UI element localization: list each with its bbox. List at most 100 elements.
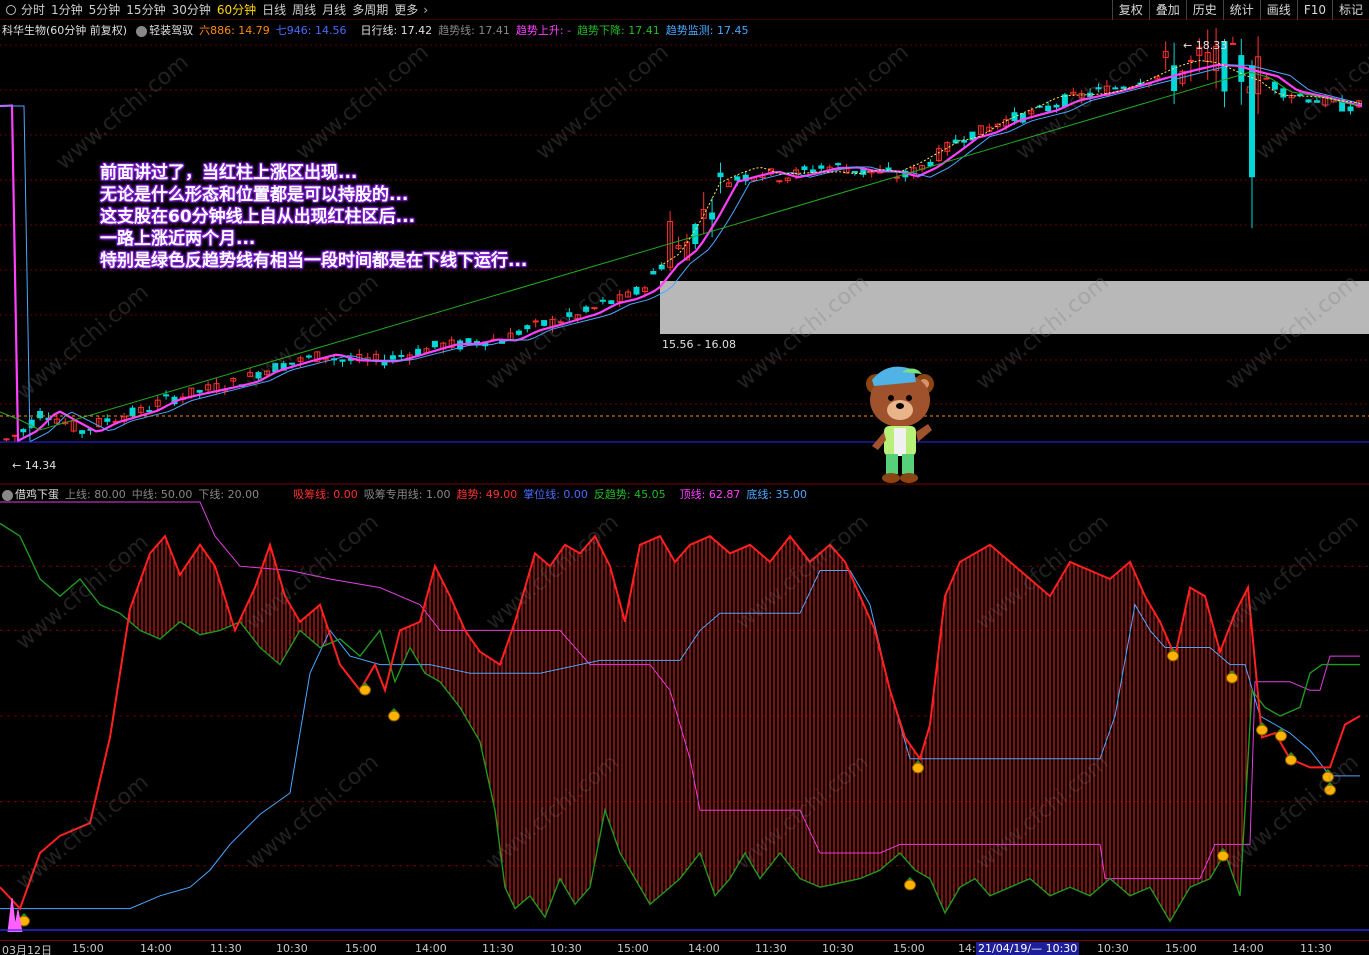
egg-marker-icon-7 <box>1256 724 1268 736</box>
candle-body-62 <box>524 325 531 330</box>
candle-body-82 <box>692 224 699 245</box>
candle-body-17 <box>146 410 153 413</box>
absorb-special-value: 吸筹专用线: 1.00 <box>363 488 451 501</box>
candle-body-124 <box>1045 105 1052 112</box>
candle-body-114 <box>961 140 968 143</box>
bear-mascot-icon <box>866 366 934 483</box>
sub-info-bar: 借鸡下蛋 上线: 80.00 中线: 50.00 下线: 20.00 吸筹线: … <box>0 486 1369 502</box>
time-tick-17: 15:00 <box>1165 942 1197 955</box>
time-tick-0: 03月12日 <box>2 944 52 955</box>
sub-red-line <box>0 534 1361 911</box>
sub-indicator-name[interactable]: 借鸡下蛋 <box>15 486 59 502</box>
top-value: 顶线: 62.87 <box>679 488 741 501</box>
middle-value: 中线: 50.00 <box>131 488 193 501</box>
annotation-line-2: 这支股在60分钟线上自从出现红柱区后... <box>100 207 416 227</box>
candle-body-95 <box>801 166 808 171</box>
annotation-line-3: 一路上涨近两个月... <box>100 229 256 249</box>
candle-body-151 <box>1271 81 1278 90</box>
egg-leaf-9 <box>1288 752 1294 755</box>
candle-body-99 <box>835 163 842 166</box>
high-price-label: ← 18.33 <box>1183 39 1228 52</box>
candle-body-110 <box>927 161 934 167</box>
egg-marker-icon-6 <box>1226 672 1238 684</box>
time-tick-12: 10:30 <box>822 942 854 955</box>
candle-body-154 <box>1297 94 1304 97</box>
egg-leaf-5 <box>1220 848 1226 851</box>
candle-body-150 <box>1263 77 1270 80</box>
upper-value: 上线: 80.00 <box>65 488 126 501</box>
daily-line-yellow <box>659 59 1363 267</box>
time-tick-9: 15:00 <box>617 942 649 955</box>
time-tick-10: 14:00 <box>688 942 720 955</box>
time-axis: 03月12日 15:00 14:00 11:30 10:30 15:00 14:00 11:3… <box>0 940 1369 955</box>
time-tick-5: 15:00 <box>345 942 377 955</box>
time-tick-8: 10:30 <box>550 942 582 955</box>
candle-body-46 <box>389 355 396 360</box>
candle-body-141 <box>1187 59 1194 62</box>
candle-body-101 <box>851 170 858 174</box>
candle-body-40 <box>339 359 346 362</box>
candle-body-63 <box>532 320 539 323</box>
candle-body-12 <box>104 418 111 422</box>
sub-indicator-dropdown-icon[interactable] <box>2 489 13 501</box>
candle-body-23 <box>196 389 203 393</box>
egg-marker-icon-0 <box>359 684 371 696</box>
time-tick-6: 14:00 <box>415 942 447 955</box>
annotation-line-0: 前面讲过了，当红柱上涨区出现... <box>100 163 358 183</box>
egg-marker-icon-9 <box>1285 754 1297 766</box>
candle-body-36 <box>305 355 312 358</box>
price-range-box <box>660 281 1369 334</box>
time-tick-2: 14:00 <box>140 942 172 955</box>
spike-body <box>1249 65 1255 178</box>
egg-marker-icon-3 <box>904 879 916 891</box>
candle-body-47 <box>398 354 405 357</box>
time-tick-1: 15:00 <box>72 942 104 955</box>
egg-marker-icon-1 <box>388 710 400 722</box>
candle-body-75 <box>633 286 640 295</box>
candle-body-97 <box>818 165 825 169</box>
lower-value: 下线: 20.00 <box>198 488 260 501</box>
time-tick-15: 21/04/19/— 10:30 <box>976 942 1080 955</box>
time-tick-14: 14: <box>958 942 976 955</box>
chart-canvas[interactable] <box>0 0 1369 940</box>
candle-body-61 <box>515 330 522 335</box>
egg-marker-icon-4 <box>1167 650 1179 662</box>
candle-body-15 <box>129 407 136 417</box>
annotation-text: 前面讲过了，当红柱上涨区出现... 无论是什么形态和位置都是可以持股的... 这支股… <box>100 162 527 272</box>
hold-value: 掌位线: 0.00 <box>523 488 588 501</box>
egg-marker-icon-8 <box>1275 730 1287 742</box>
candle-body-102 <box>860 168 867 175</box>
candle-body-160 <box>1347 106 1354 112</box>
time-tick-13: 15:00 <box>893 942 925 955</box>
candle-body-72 <box>608 300 615 305</box>
candle-body-2 <box>20 429 27 433</box>
sub-grid <box>0 565 1369 867</box>
time-tick-11: 11:30 <box>755 942 787 955</box>
sub-blue-line <box>0 570 1360 910</box>
range-label: 15.56 - 16.08 <box>662 338 736 351</box>
candle-body-19 <box>163 394 170 397</box>
candle-body-146 <box>1229 42 1236 45</box>
time-tick-7: 11:30 <box>482 942 514 955</box>
candle-body-0 <box>3 438 10 441</box>
annotation-line-4: 特别是绿色反趋势线有相当一段时间都是在下线下运行... <box>100 251 528 271</box>
annotation-line-1: 无论是什么形态和位置都是可以持股的... <box>100 185 409 205</box>
time-tick-16: 10:30 <box>1097 942 1129 955</box>
absorb-value: 吸筹线: 0.00 <box>293 488 358 501</box>
candle-body-1 <box>11 434 18 437</box>
trend-value: 趋势: 49.00 <box>456 488 518 501</box>
time-tick-18: 14:00 <box>1232 942 1264 955</box>
sub-green-line <box>0 522 1360 923</box>
candle-body-9 <box>79 430 86 434</box>
candle-body-147 <box>1238 55 1245 82</box>
time-tick-19: 11:30 <box>1300 942 1332 955</box>
candle-body-85 <box>717 172 724 178</box>
candle-body-92 <box>776 180 783 183</box>
candle-body-87 <box>734 176 741 181</box>
sub-magenta-line <box>0 501 1360 880</box>
candle-body-4 <box>37 410 44 419</box>
egg-leaf-3 <box>907 877 913 880</box>
candle-body-51 <box>431 340 438 348</box>
egg-leaf-1 <box>391 708 397 711</box>
egg-marker-icon-2 <box>912 762 924 774</box>
